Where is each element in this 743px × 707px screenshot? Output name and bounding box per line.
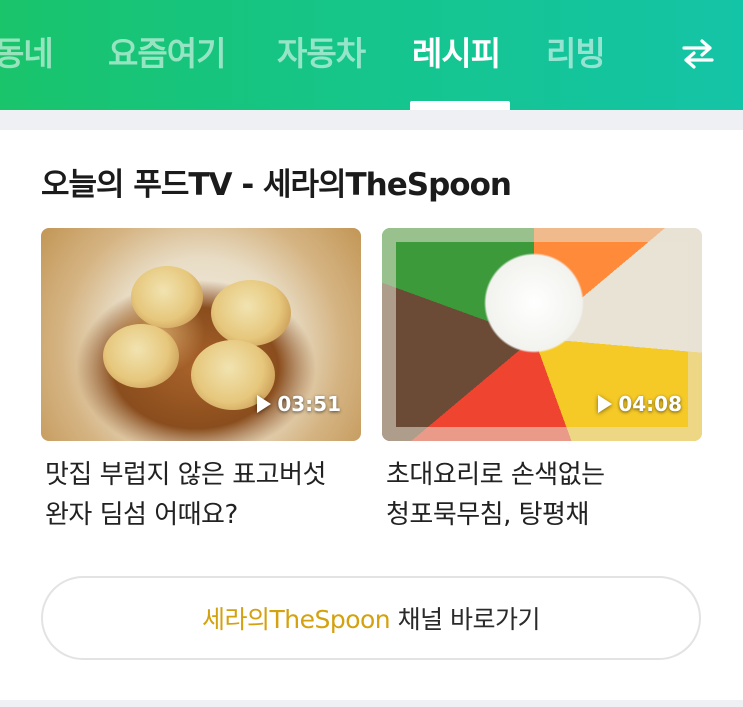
play-icon bbox=[257, 395, 272, 413]
section-title: 오늘의 푸드TV - 세라의TheSpoon bbox=[41, 167, 512, 203]
top-navigation: 동네 요즘여기 자동차 레시피 리빙 bbox=[0, 0, 743, 110]
tab-living[interactable]: 리빙 bbox=[546, 30, 606, 78]
channel-link-button[interactable]: 세라의TheSpoon 채널 바로가기 bbox=[41, 576, 701, 660]
video-duration: 03:51 bbox=[257, 389, 341, 419]
play-icon bbox=[598, 395, 613, 413]
video-title[interactable]: 맛집 부럽지 않은 표고버섯 완자 딤섬 어때요? bbox=[41, 455, 361, 535]
video-card[interactable]: 04:08 초대요리로 손색없는 청포묵무침, 탕평채 bbox=[382, 228, 702, 535]
food-tv-card: 오늘의 푸드TV - 세라의TheSpoon 03:51 맛집 부럽지 않은 표… bbox=[0, 130, 743, 700]
tab-cars[interactable]: 자동차 bbox=[277, 30, 366, 78]
tab-recipes[interactable]: 레시피 bbox=[412, 30, 501, 78]
active-tab-indicator bbox=[410, 101, 510, 110]
video-duration: 04:08 bbox=[598, 389, 682, 419]
channel-link-label: 채널 바로가기 bbox=[390, 605, 541, 634]
swap-arrows-icon[interactable] bbox=[676, 36, 720, 72]
tab-neighborhood[interactable]: 동네 bbox=[0, 30, 54, 78]
channel-name: 세라의TheSpoon bbox=[201, 605, 391, 634]
video-title[interactable]: 초대요리로 손색없는 청포묵무침, 탕평채 bbox=[382, 455, 702, 535]
video-thumbnail[interactable]: 03:51 bbox=[41, 228, 361, 441]
tab-trending[interactable]: 요즘여기 bbox=[108, 30, 226, 78]
video-thumbnail[interactable]: 04:08 bbox=[382, 228, 702, 441]
video-card[interactable]: 03:51 맛집 부럽지 않은 표고버섯 완자 딤섬 어때요? bbox=[41, 228, 361, 535]
